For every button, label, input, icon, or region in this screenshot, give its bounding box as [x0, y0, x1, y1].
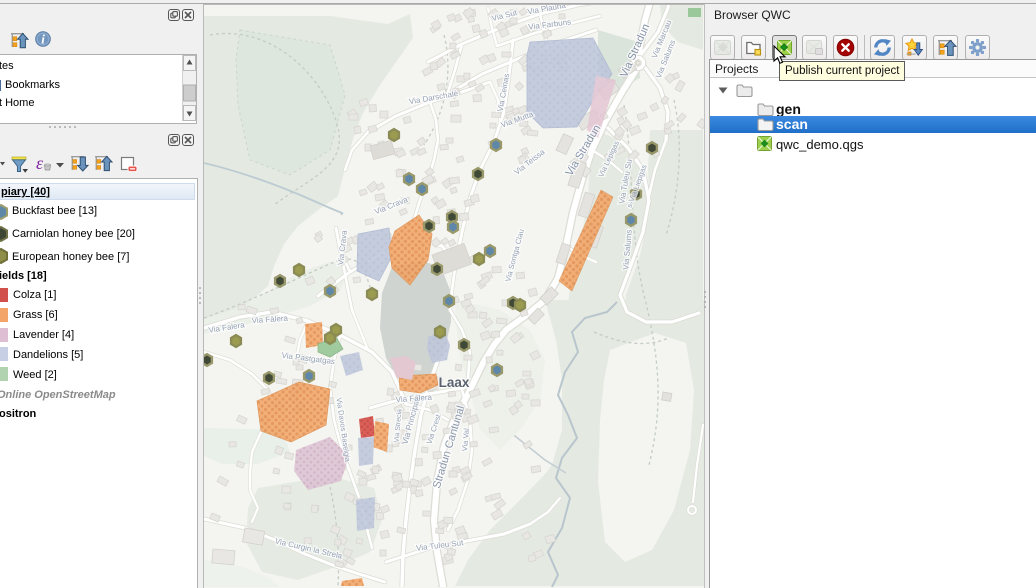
svg-text:ε: ε	[36, 154, 44, 173]
svg-text:Laax: Laax	[439, 375, 470, 390]
svg-text:i: i	[41, 31, 45, 46]
